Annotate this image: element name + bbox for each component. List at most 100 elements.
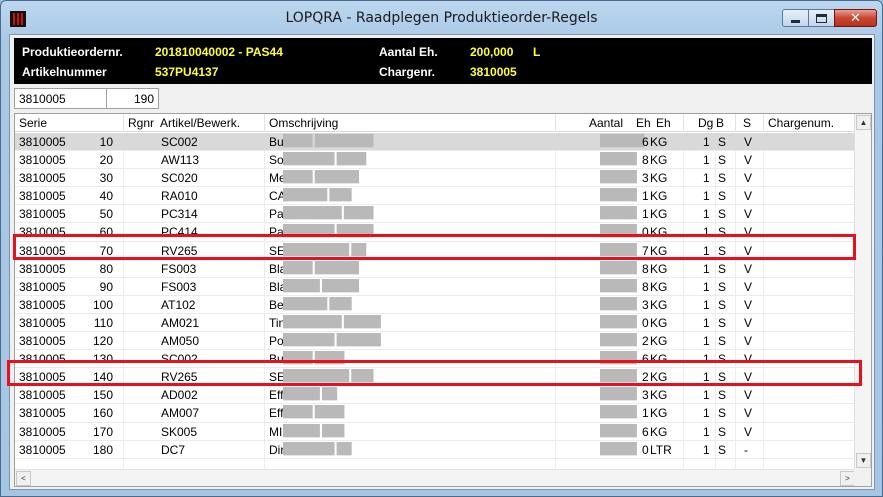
cell-b: S — [718, 370, 727, 385]
col-separator[interactable] — [555, 114, 556, 132]
cell-serie: 3810005 — [19, 279, 66, 294]
table-row[interactable]: 3810005 40 RA010 CA ██████ ███ █████ 1 KG 1 S V — [15, 187, 856, 206]
cell-b: S — [718, 261, 727, 276]
cell-serie: 3810005 — [19, 442, 66, 457]
cell-oms-blur: ███████ ████ — [283, 153, 366, 166]
article-value: 537PU4137 — [155, 65, 219, 79]
cell-aantal-blur: █████ — [600, 352, 637, 365]
cell-b: S — [718, 279, 727, 294]
col-artikel[interactable]: Artikel/Bewerk. — [160, 116, 240, 130]
col-separator[interactable] — [264, 114, 265, 132]
table-row[interactable]: 3810005 60 PC414 Pa ███████ █████ █████ 0 KG 1 S V — [15, 223, 856, 242]
col-separator[interactable] — [123, 114, 124, 132]
cell-b: S — [718, 352, 727, 367]
col-aantal[interactable]: Aantal — [589, 116, 623, 130]
cell-eh: KG — [650, 243, 668, 258]
cell-aantal-tail: 0 — [642, 315, 649, 330]
col-eh[interactable]: Eh — [636, 116, 651, 130]
cell-aantal-blur: █████ — [600, 315, 637, 328]
minimize-button[interactable] — [782, 9, 808, 27]
table-row[interactable]: 3810005 30 SC020 Me ████ ██████ █████ 3 KG 1 S V — [15, 169, 856, 188]
app-window: LOPQRA - Raadplegen Produktieorder-Regel… — [0, 0, 883, 497]
qty-label: Aantal Eh. — [379, 45, 438, 59]
table-row[interactable]: 3810005 140 RV265 SE █████████ ███ █████ 2 KG 1 S… — [15, 368, 856, 387]
rgnr-filter-field[interactable]: 190 — [107, 88, 159, 109]
serie-filter-field[interactable]: 3810005 — [14, 88, 107, 109]
table-row[interactable]: 3810005 50 PC314 Pa ████████ ████ █████ 1 KG 1 S V — [15, 205, 856, 224]
col-dg[interactable]: Dg — [698, 116, 713, 130]
cell-s: - — [744, 442, 748, 457]
qty-value: 200,000 — [470, 45, 514, 59]
maximize-button[interactable] — [808, 9, 834, 27]
col-serie[interactable]: Serie — [19, 116, 47, 130]
cell-oms-prefix: Bu — [269, 135, 284, 149]
table-row[interactable]: 3810005 150 AD002 Eff █████ ██ █████ 3 KG 1 S V — [15, 386, 856, 405]
cell-b: S — [718, 388, 727, 403]
table-row[interactable]: 3810005 70 RV265 SE █████████ ██ █████ 7 KG 1 S V — [15, 242, 856, 260]
col-separator[interactable] — [683, 114, 684, 132]
cell-art: SC002 — [161, 352, 198, 367]
scroll-right-button[interactable]: > — [840, 471, 855, 486]
table-row[interactable]: 3810005 180 DC7 Dir ███████ ██ █████ 0 LTR 1 S - — [15, 441, 856, 459]
vertical-scrollbar[interactable]: ▲ ▼ — [854, 114, 871, 469]
cell-s: V — [744, 207, 753, 222]
col-separator[interactable] — [763, 114, 764, 132]
cell-serie: 3810005 — [19, 135, 66, 149]
col-rgnr[interactable]: Rgnr — [128, 116, 154, 130]
arrow-left-icon: < — [21, 474, 26, 483]
cell-oms-blur: ███████ ██████ — [283, 334, 381, 347]
cell-rgnr: 160 — [92, 406, 113, 421]
cell-s: V — [744, 243, 753, 258]
cell-serie: 3810005 — [19, 352, 66, 367]
cell-rgnr: 140 — [92, 370, 113, 385]
col-eh-2[interactable]: Eh — [656, 116, 671, 130]
cell-eh: KG — [650, 352, 668, 367]
cell-eh: KG — [650, 297, 668, 312]
cell-oms-blur: ████████ ████ — [283, 207, 374, 220]
cell-eh: KG — [650, 225, 668, 240]
cell-eh: LTR — [650, 442, 672, 457]
cell-art: SC002 — [161, 135, 198, 149]
table-row[interactable]: 3810005 130 SC002 Bu ████ ████ █████ 6 KG 1 S V — [15, 350, 856, 369]
scroll-left-button[interactable]: < — [16, 471, 31, 486]
cell-aantal-blur: █████ — [600, 424, 637, 437]
cell-art: SK005 — [161, 424, 198, 439]
cell-art: AW113 — [161, 153, 200, 168]
table-row[interactable]: 3810005 170 SK005 MI █████ ███ █████ 6 KG 1 S V — [15, 423, 856, 441]
table-row[interactable]: 3810005 80 FS003 Bla ████ ██████ █████ 8 KG 1 S V — [15, 260, 856, 278]
table-row[interactable]: 3810005 100 AT102 Be ██████ ███ █████ 3 KG 1 S V — [15, 296, 856, 314]
col-omschrijving[interactable]: Omschrijving — [269, 116, 338, 130]
table-row[interactable]: 3810005 90 FS003 Bla █████ █████ █████ 8 KG 1 S V — [15, 278, 856, 296]
cell-aantal-tail: 1 — [642, 207, 649, 222]
table-row[interactable]: 3810005 10 SC002 Bu ████ ████████ ██████ 6 KG 1 S… — [15, 133, 856, 152]
cell-serie: 3810005 — [19, 207, 66, 222]
cell-art: AM007 — [161, 406, 200, 421]
cell-b: S — [718, 207, 727, 222]
table-row[interactable]: 3810005 160 AM007 Eff ████ ████ █████ 1 KG 1 S V — [15, 404, 856, 423]
order-lines-grid[interactable]: Serie Rgnr Artikel/Bewerk. Omschrijving … — [14, 113, 872, 487]
col-b[interactable]: B — [716, 116, 724, 130]
cell-oms-blur: ████ ████ — [283, 406, 344, 419]
col-chargenum[interactable]: Chargenum. — [768, 116, 834, 130]
cell-s: V — [744, 406, 753, 421]
cell-serie: 3810005 — [19, 388, 66, 403]
table-row[interactable]: 3810005 120 AM050 Po ███████ ██████ █████ 2 KG 1… — [15, 332, 856, 351]
scroll-down-button[interactable]: ▼ — [856, 453, 871, 468]
cell-oms-prefix: Pa — [269, 225, 284, 240]
grid-header: Serie Rgnr Artikel/Bewerk. Omschrijving … — [15, 114, 856, 132]
cell-s: V — [744, 153, 753, 168]
scroll-up-button[interactable]: ▲ — [856, 115, 871, 130]
cell-s: V — [744, 189, 753, 204]
cell-rgnr: 180 — [92, 442, 113, 457]
col-s[interactable]: S — [743, 116, 751, 130]
title-bar[interactable]: LOPQRA - Raadplegen Produktieorder-Regel… — [1, 1, 882, 34]
col-separator[interactable] — [735, 114, 736, 132]
cell-s: V — [744, 334, 753, 349]
horizontal-scrollbar[interactable]: < > — [15, 469, 856, 486]
order-header-panel: Produktieordernr. 201810040002 - PAS44 A… — [14, 38, 872, 84]
close-button[interactable]: ✕ — [834, 9, 877, 27]
cell-rgnr: 40 — [99, 189, 113, 204]
cell-dg: 1 — [703, 153, 710, 168]
table-row[interactable]: 3810005 20 AW113 So ███████ ████ █████ 8 KG 1 S V — [15, 151, 856, 170]
table-row[interactable]: 3810005 110 AM021 Tin ████████ █████ █████ 0 KG… — [15, 314, 856, 333]
